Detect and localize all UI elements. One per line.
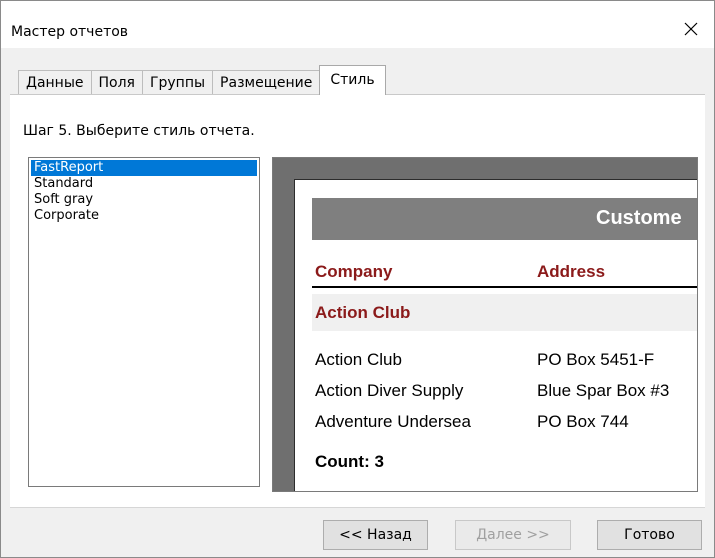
style-item-soft-gray[interactable]: Soft gray [31,192,257,208]
tab-layout[interactable]: Размещение [212,70,321,95]
tab-style[interactable]: Стиль [319,65,386,95]
style-preview: Custome Company Address Action Club Acti… [272,157,698,492]
row-2-address: Blue Spar Box #3 [537,381,670,400]
close-button[interactable] [668,13,714,45]
row-3-company: Adventure Undersea [315,412,471,431]
row-2-company: Action Diver Supply [315,381,464,400]
step-instruction: Шаг 5. Выберите стиль отчета. [23,123,255,139]
header-divider [312,286,697,288]
tab-strip: Данные Поля Группы Размещение Стиль [18,65,386,95]
tab-panel-style: Шаг 5. Выберите стиль отчета. FastReport… [10,94,705,508]
finish-button[interactable]: Готово [597,520,702,550]
tab-data[interactable]: Данные [18,70,92,95]
group-header-band: Action Club [312,294,697,331]
style-item-standard[interactable]: Standard [31,176,257,192]
window-title: Мастер отчетов [11,24,129,40]
style-item-corporate[interactable]: Corporate [31,208,257,224]
group-header-text: Action Club [315,303,411,322]
back-button[interactable]: << Назад [323,520,428,550]
column-header-address: Address [537,262,606,281]
next-button[interactable]: Далее >> [455,520,571,550]
row-3-address: PO Box 744 [537,412,629,431]
close-icon [684,22,698,36]
title-bar: Мастер отчетов [1,1,714,48]
group-footer-count: Count: 3 [315,452,384,471]
style-list[interactable]: FastReport Standard Soft gray Corporate [28,157,260,487]
report-title-band: Custome [312,198,697,240]
report-wizard-window: Мастер отчетов Данные Поля Группы Размещ… [0,0,715,558]
report-title: Custome [596,207,682,229]
column-header-company: Company [315,262,393,281]
tab-fields[interactable]: Поля [90,70,143,95]
preview-page: Custome Company Address Action Club Acti… [294,179,697,491]
row-1-address: PO Box 5451-F [537,350,655,369]
row-1-company: Action Club [315,350,402,369]
tab-groups[interactable]: Группы [141,70,214,95]
style-item-fastreport[interactable]: FastReport [31,160,257,176]
